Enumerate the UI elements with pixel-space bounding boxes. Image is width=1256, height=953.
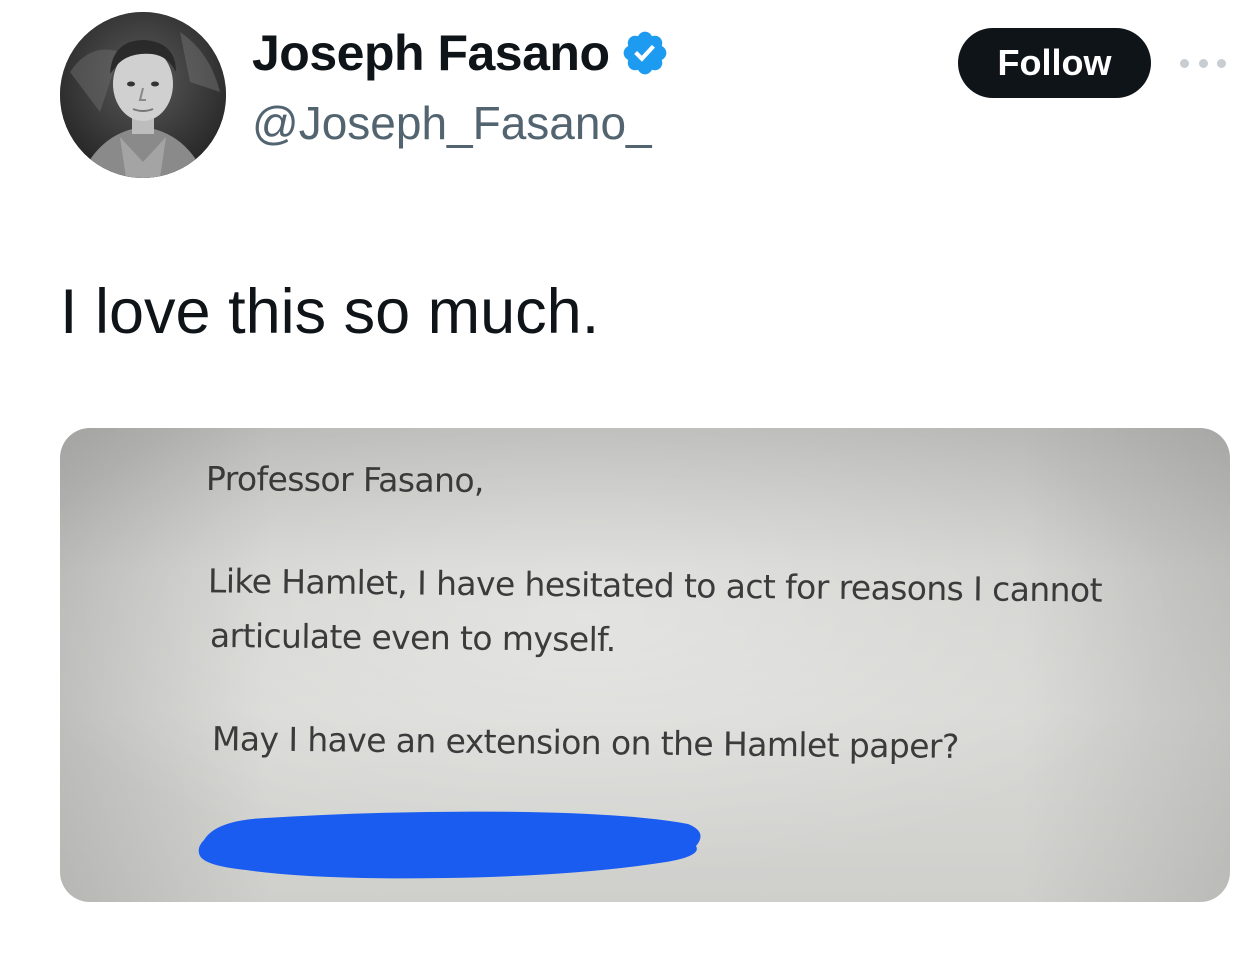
more-options-icon[interactable] — [1180, 53, 1226, 73]
tweet-text: I love this so much. — [60, 277, 600, 347]
author-name-row: Joseph Fasano — [252, 28, 670, 78]
letter-line: May I have an extension on the Hamlet pa… — [211, 719, 959, 766]
more-dot — [1180, 58, 1189, 68]
verified-badge-icon[interactable] — [620, 28, 670, 78]
author-avatar[interactable] — [60, 12, 226, 178]
tweet-image[interactable]: Professor Fasano, Like Hamlet, I have he… — [60, 428, 1230, 902]
redaction-scribble — [198, 811, 701, 879]
letter-line: articulate even to myself. — [209, 615, 616, 660]
author-handle[interactable]: @Joseph_Fasano_ — [252, 96, 652, 150]
tweet-card: Joseph Fasano @Joseph_Fasano_ Follow I l… — [0, 0, 1256, 953]
more-dot — [1217, 58, 1226, 68]
author-display-name[interactable]: Joseph Fasano — [252, 28, 610, 78]
follow-button[interactable]: Follow — [958, 28, 1151, 98]
letter-salutation: Professor Fasano, — [205, 459, 485, 500]
more-dot — [1198, 58, 1208, 68]
